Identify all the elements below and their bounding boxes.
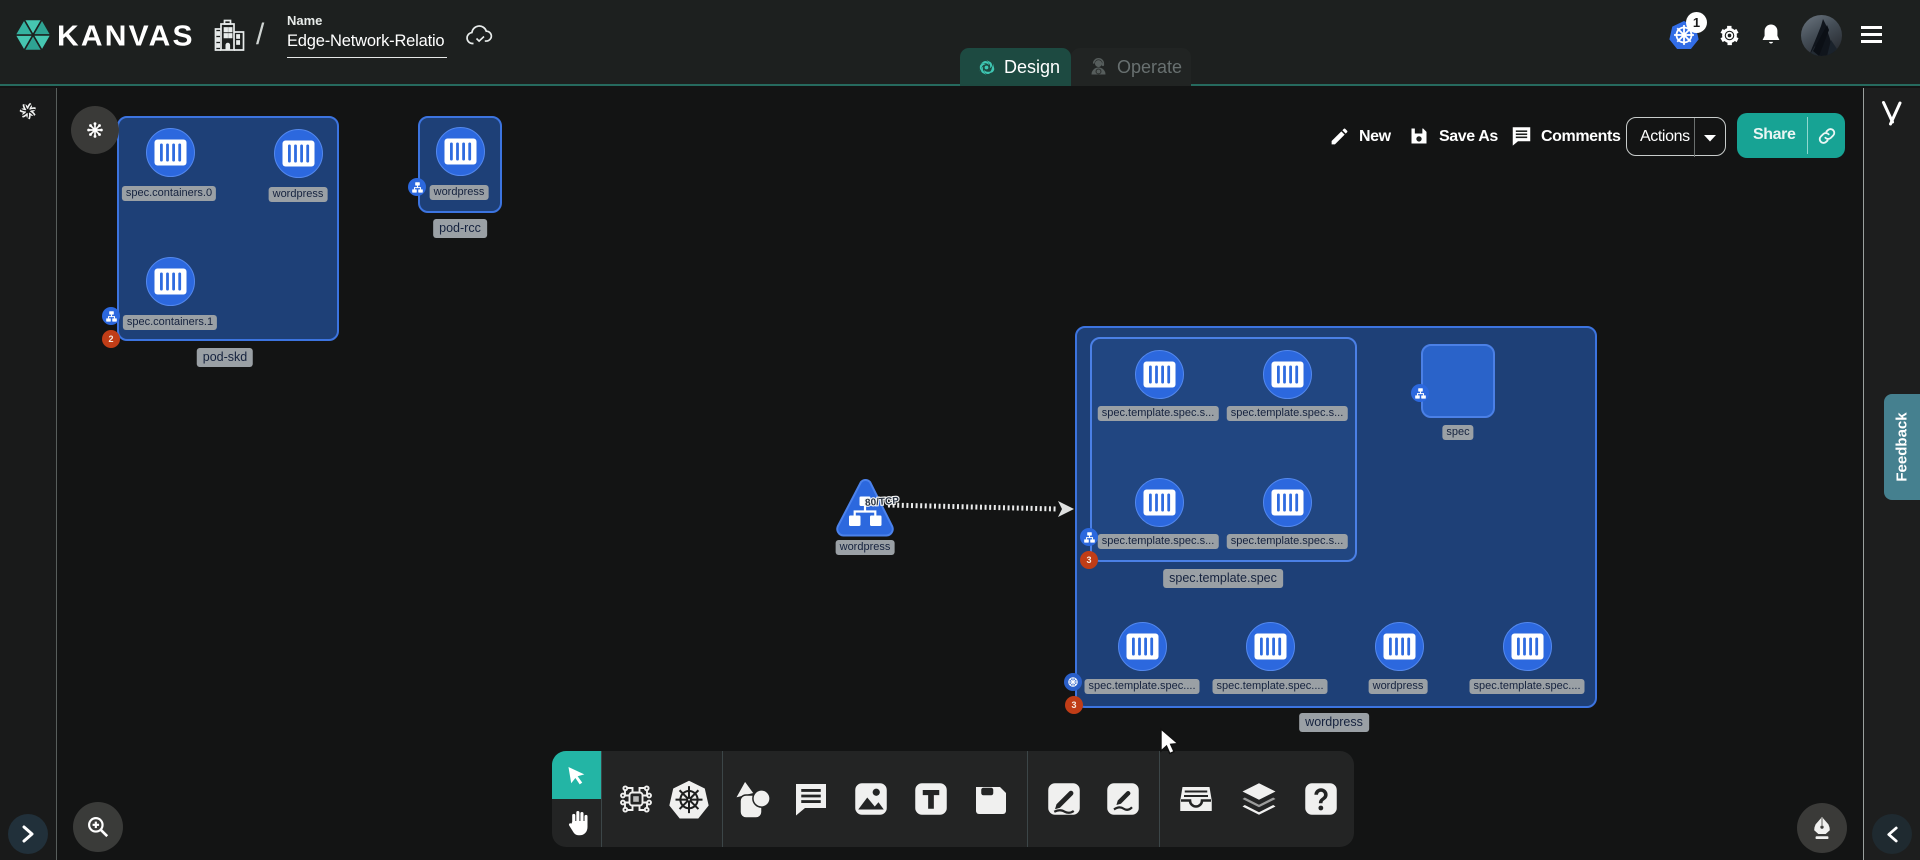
svg-text:80/TCP: 80/TCP (865, 496, 900, 509)
